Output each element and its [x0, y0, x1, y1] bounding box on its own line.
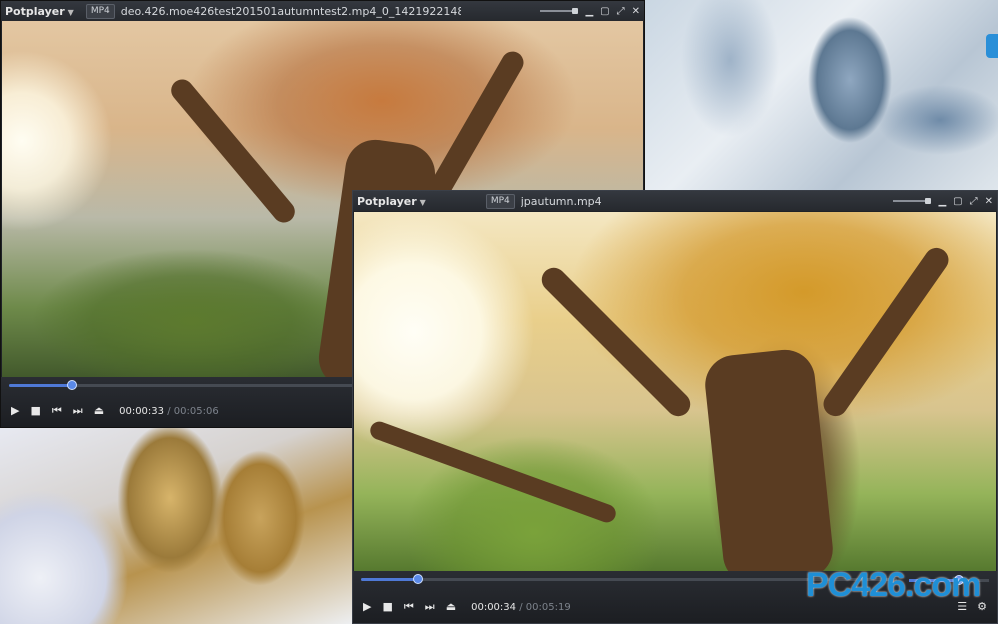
- tree-branch: [818, 243, 954, 421]
- time-display: 00:00:33 / 00:05:06: [119, 406, 219, 417]
- time-display: 00:00:34 / 00:05:19: [471, 602, 571, 613]
- time-separator: /: [519, 601, 523, 613]
- background-illustration-bottom: [0, 428, 355, 624]
- format-badge: MP4: [485, 193, 515, 209]
- eject-icon[interactable]: ⏏: [446, 601, 456, 613]
- fullscreen-icon[interactable]: ⤢: [970, 196, 978, 207]
- time-current: 00:00:34: [471, 601, 517, 613]
- video-area[interactable]: [354, 212, 996, 588]
- stop-icon[interactable]: ■: [382, 601, 392, 613]
- file-name: deo.426.moe426test201501autumntest2.mp4_…: [120, 4, 461, 18]
- next-icon[interactable]: ⏭: [73, 405, 83, 417]
- background-illustration-top: [640, 0, 998, 190]
- time-total: 00:05:19: [525, 601, 571, 613]
- time-current: 00:00:33: [119, 405, 165, 417]
- mini-volume-slider[interactable]: [893, 198, 932, 204]
- close-icon[interactable]: ✕: [985, 196, 993, 207]
- tree-branch: [166, 74, 300, 228]
- brand-menu[interactable]: Potplayer ▼: [1, 5, 78, 18]
- fullscreen-icon[interactable]: ⤢: [617, 6, 625, 17]
- seek-progress: [361, 578, 419, 581]
- title-bar[interactable]: Potplayer ▼ MP4 deo.426.moe426test201501a…: [1, 1, 644, 21]
- caret-down-icon: ▼: [67, 7, 74, 17]
- window-controls: ▁ ▢ ⤢ ✕: [893, 191, 993, 211]
- prev-icon[interactable]: ⏮: [404, 601, 414, 613]
- seek-thumb[interactable]: [66, 380, 77, 390]
- play-icon[interactable]: ▶: [363, 601, 371, 613]
- tree-branch: [536, 262, 696, 422]
- seek-thumb[interactable]: [413, 574, 424, 584]
- desktop-app-badge[interactable]: [986, 34, 998, 58]
- minimize-icon[interactable]: ▁: [585, 6, 593, 17]
- tree-branch: [367, 419, 619, 525]
- seek-progress: [9, 384, 72, 387]
- tree-trunk: [702, 346, 836, 588]
- time-separator: /: [167, 405, 171, 417]
- brand-label: Potplayer: [5, 4, 65, 18]
- format-badge: MP4: [85, 3, 115, 19]
- next-icon[interactable]: ⏭: [425, 601, 435, 613]
- restore-icon[interactable]: ▢: [600, 6, 609, 17]
- minimize-icon[interactable]: ▁: [938, 196, 946, 207]
- close-icon[interactable]: ✕: [632, 6, 640, 17]
- stop-icon[interactable]: ■: [30, 405, 40, 417]
- brand-menu[interactable]: Potplayer ▼: [353, 195, 430, 208]
- site-watermark: PC426.com: [806, 566, 981, 604]
- potplayer-window-front[interactable]: Potplayer ▼ MP4 jpautumn.mp4 ▁ ▢ ⤢ ✕ ▶ ■ …: [352, 190, 998, 624]
- title-bar[interactable]: Potplayer ▼ MP4 jpautumn.mp4 ▁ ▢ ⤢ ✕: [353, 191, 997, 211]
- brand-label: Potplayer: [357, 194, 417, 208]
- prev-icon[interactable]: ⏮: [52, 405, 62, 417]
- file-name: jpautumn.mp4: [520, 194, 602, 208]
- restore-icon[interactable]: ▢: [953, 196, 962, 207]
- eject-icon[interactable]: ⏏: [94, 405, 104, 417]
- time-total: 00:05:06: [173, 405, 219, 417]
- caret-down-icon: ▼: [419, 197, 426, 207]
- play-icon[interactable]: ▶: [11, 405, 19, 417]
- mini-volume-slider[interactable]: [540, 8, 579, 14]
- window-controls: ▁ ▢ ⤢ ✕: [540, 1, 640, 21]
